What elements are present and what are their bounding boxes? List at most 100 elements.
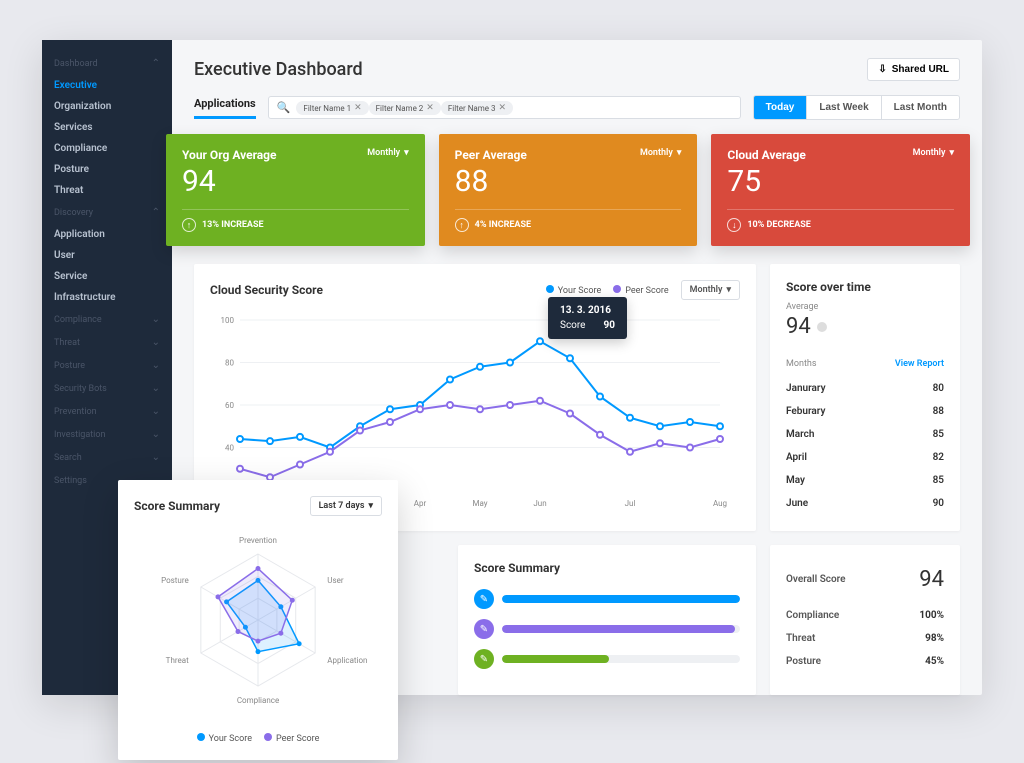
chevron-up-icon: ⌃ [152, 207, 160, 218]
chevron-down-icon: ⌄ [152, 429, 160, 440]
range-today[interactable]: Today [754, 96, 807, 119]
kpi-period-dropdown[interactable]: Monthly ▾ [367, 148, 408, 158]
month-row: Feburary88 [786, 400, 944, 423]
months-label: Months [786, 359, 817, 369]
sidebar-section-header[interactable]: Compliance⌄ [42, 308, 172, 331]
chevron-down-icon: ▾ [368, 501, 373, 511]
radar-title: Score Summary [134, 499, 220, 513]
sidebar-item-posture[interactable]: Posture [42, 159, 172, 180]
chevron-down-icon: ⌄ [152, 360, 160, 371]
info-icon [817, 322, 827, 332]
chart-tooltip: 13. 3. 2016 Score 90 [548, 297, 627, 339]
kpi-row: Your Org Average 94 Monthly ▾ ↑ 13% INCR… [166, 134, 970, 246]
chevron-down-icon: ⌄ [152, 406, 160, 417]
chart-title: Cloud Security Score [210, 283, 323, 297]
svg-text:Compliance: Compliance [237, 696, 279, 705]
sidebar-section-header[interactable]: Search⌄ [42, 446, 172, 469]
kpi-card: Your Org Average 94 Monthly ▾ ↑ 13% INCR… [166, 134, 425, 246]
kpi-card: Cloud Average 75 Monthly ▾ ↓ 10% DECREAS… [711, 134, 970, 246]
sidebar-item-organization[interactable]: Organization [42, 96, 172, 117]
kpi-period-dropdown[interactable]: Monthly ▾ [913, 148, 954, 158]
wrench-icon: ✎ [474, 589, 494, 609]
view-report-link[interactable]: View Report [895, 359, 944, 369]
overall-row: Posture45% [786, 650, 944, 673]
sidebar-section-header[interactable]: Threat⌄ [42, 331, 172, 354]
chevron-down-icon: ⌄ [152, 337, 160, 348]
legend-dot-peer [613, 285, 621, 293]
svg-text:80: 80 [225, 359, 234, 368]
sidebar-section-header[interactable]: Prevention⌄ [42, 400, 172, 423]
chart-period-dropdown[interactable]: Monthly ▾ [681, 280, 740, 300]
range-last-week[interactable]: Last Week [806, 96, 880, 119]
time-range-toggle: Today Last Week Last Month [753, 95, 960, 120]
legend-your-score: Your Score [558, 286, 601, 296]
average-value: 94 [786, 314, 811, 339]
legend-dot-your [197, 733, 205, 741]
filters-row: Applications 🔍 Filter Name 1 ✕Filter Nam… [194, 95, 960, 120]
score-summary-bars-card: Score Summary ✎ ✎ ✎ [458, 545, 756, 695]
range-last-month[interactable]: Last Month [881, 96, 959, 119]
overall-score-label: Overall Score [786, 574, 846, 585]
svg-text:May: May [472, 499, 487, 508]
chevron-down-icon: ⌄ [152, 314, 160, 325]
chevron-up-icon: ⌃ [152, 58, 160, 69]
sidebar-section-header[interactable]: Dashboard⌃ [42, 52, 172, 75]
average-label: Average [786, 302, 944, 312]
sidebar-section-header[interactable]: Discovery⌃ [42, 201, 172, 224]
filter-chip[interactable]: Filter Name 3 ✕ [441, 101, 513, 115]
sidebar-item-application[interactable]: Application [42, 224, 172, 245]
tab-applications[interactable]: Applications [194, 97, 256, 119]
score-bar: ✎ [474, 589, 740, 609]
sidebar-item-compliance[interactable]: Compliance [42, 138, 172, 159]
shared-url-label: Shared URL [892, 64, 949, 75]
sidebar-item-executive[interactable]: Executive [42, 75, 172, 96]
svg-text:60: 60 [225, 401, 234, 410]
search-icon: 🔍 [277, 101, 291, 114]
month-row: May85 [786, 469, 944, 492]
arrow-up-icon: ↑ [455, 218, 469, 232]
svg-text:40: 40 [225, 444, 234, 453]
sidebar-item-services[interactable]: Services [42, 117, 172, 138]
overall-score-value: 94 [919, 567, 944, 592]
kpi-card: Peer Average 88 Monthly ▾ ↑ 4% INCREASE [439, 134, 698, 246]
overall-row: Threat98% [786, 627, 944, 650]
page-title: Executive Dashboard [194, 59, 363, 80]
filter-chip[interactable]: Filter Name 2 ✕ [369, 101, 441, 115]
sidebar-item-threat[interactable]: Threat [42, 180, 172, 201]
sidebar-item-service[interactable]: Service [42, 266, 172, 287]
legend-dot-your [546, 285, 554, 293]
tooltip-value: 90 [603, 320, 614, 331]
radar-period-dropdown[interactable]: Last 7 days ▾ [310, 496, 382, 516]
close-icon[interactable]: ✕ [499, 103, 507, 113]
svg-text:Posture: Posture [161, 576, 189, 585]
sidebar-section-header[interactable]: Security Bots⌄ [42, 377, 172, 400]
filter-search-box[interactable]: 🔍 Filter Name 1 ✕Filter Name 2 ✕Filter N… [268, 96, 741, 120]
page-header: Executive Dashboard ⇩ Shared URL [194, 58, 960, 81]
shared-url-button[interactable]: ⇩ Shared URL [867, 58, 960, 81]
svg-text:Jul: Jul [625, 499, 636, 508]
kpi-period-dropdown[interactable]: Monthly ▾ [640, 148, 681, 158]
svg-text:Prevention: Prevention [239, 536, 277, 545]
close-icon[interactable]: ✕ [354, 103, 362, 113]
chevron-down-icon: ▾ [949, 148, 954, 158]
svg-text:Application: Application [327, 656, 367, 665]
sidebar-section-header[interactable]: Investigation⌄ [42, 423, 172, 446]
month-row: June90 [786, 492, 944, 515]
score-bar: ✎ [474, 619, 740, 639]
sidebar-item-infrastructure[interactable]: Infrastructure [42, 287, 172, 308]
sidebar-section-header[interactable]: Posture⌄ [42, 354, 172, 377]
month-row: Janurary80 [786, 377, 944, 400]
month-row: April82 [786, 446, 944, 469]
camera-icon: ✎ [474, 619, 494, 639]
chevron-down-icon: ▾ [404, 148, 409, 158]
score-over-time-card: Score over time Average 94 Months View R… [770, 264, 960, 531]
svg-text:100: 100 [221, 316, 235, 325]
svg-text:Aug: Aug [713, 499, 727, 508]
overall-row: Compliance100% [786, 604, 944, 627]
sidebar-item-user[interactable]: User [42, 245, 172, 266]
pen-icon: ✎ [474, 649, 494, 669]
filter-chip[interactable]: Filter Name 1 ✕ [296, 101, 368, 115]
month-row: March85 [786, 423, 944, 446]
close-icon[interactable]: ✕ [426, 103, 434, 113]
radar-chart: PreventionUserApplicationComplianceThrea… [134, 524, 382, 724]
